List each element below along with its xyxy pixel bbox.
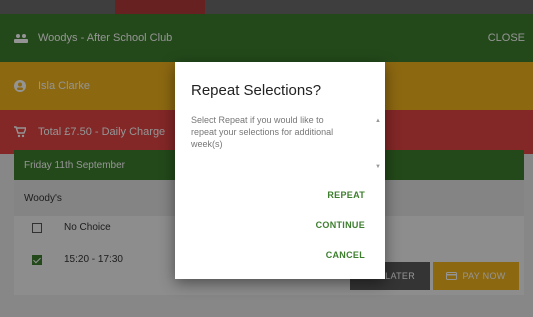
dialog-scrollbar[interactable]: ▲ ▼	[375, 118, 381, 170]
scroll-down-icon[interactable]: ▼	[375, 164, 381, 170]
scroll-up-icon[interactable]: ▲	[375, 118, 381, 124]
repeat-dialog: Repeat Selections? Select Repeat if you …	[175, 62, 385, 279]
repeat-button[interactable]: REPEAT	[327, 190, 365, 200]
continue-button[interactable]: CONTINUE	[316, 220, 365, 230]
dialog-message: Select Repeat if you would like to repea…	[191, 115, 334, 149]
dialog-title: Repeat Selections?	[191, 82, 322, 99]
cancel-button[interactable]: CANCEL	[326, 250, 365, 260]
